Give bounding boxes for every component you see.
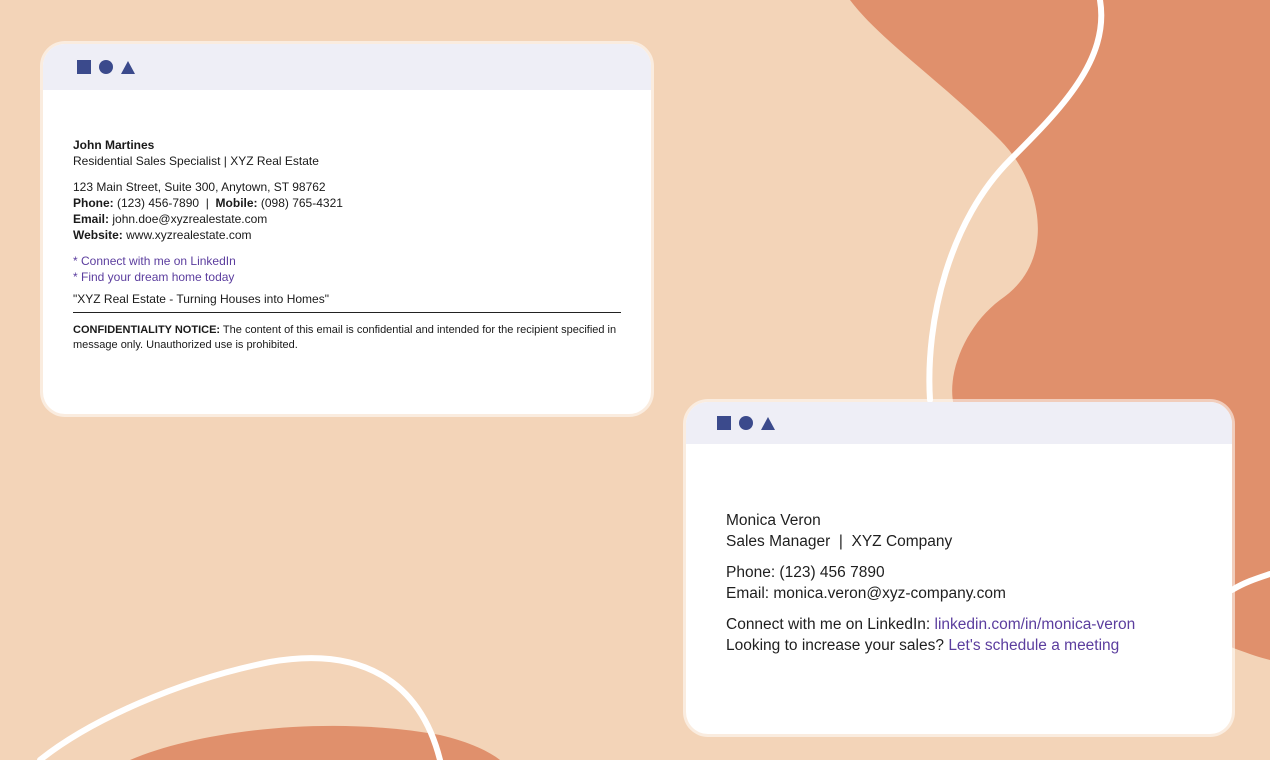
website-line: Website: www.xyzrealestate.com	[73, 227, 621, 243]
triangle-icon	[761, 416, 775, 430]
phone-line: Phone: (123) 456-7890 | Mobile: (098) 76…	[73, 195, 621, 211]
cta-prefix: Looking to increase your sales?	[726, 637, 949, 654]
links-block: Connect with me on LinkedIn: linkedin.co…	[726, 614, 1192, 656]
linkedin-prefix: Connect with me on LinkedIn:	[726, 616, 935, 633]
mobile-value: (098) 765-4321	[257, 196, 343, 210]
signature-name: John Martines	[73, 138, 155, 152]
circle-icon	[99, 60, 113, 74]
confidentiality-notice: CONFIDENTIALITY NOTICE: The content of t…	[73, 323, 621, 353]
notice-label: CONFIDENTIALITY NOTICE:	[73, 324, 221, 336]
cta-line: Looking to increase your sales? Let's sc…	[726, 635, 1192, 656]
contact-block: 123 Main Street, Suite 300, Anytown, ST …	[73, 179, 621, 243]
phone-label: Phone:	[73, 196, 114, 210]
schedule-meeting-link[interactable]: Let's schedule a meeting	[948, 637, 1119, 654]
signature-content: Monica Veron Sales Manager | XYZ Company…	[686, 444, 1232, 656]
address: 123 Main Street, Suite 300, Anytown, ST …	[73, 180, 326, 194]
mobile-label: Mobile:	[215, 196, 258, 210]
links-block: * Connect with me on LinkedIn * Find you…	[73, 253, 621, 285]
orange-blob-bottom-left	[130, 725, 500, 760]
website-label: Website:	[73, 228, 123, 242]
linkedin-line: Connect with me on LinkedIn: linkedin.co…	[726, 614, 1192, 635]
linkedin-link[interactable]: linkedin.com/in/monica-veron	[935, 616, 1136, 633]
linkedin-link[interactable]: * Connect with me on LinkedIn	[73, 253, 621, 269]
signature-content: John Martines Residential Sales Speciali…	[43, 90, 651, 353]
square-icon	[717, 416, 731, 430]
triangle-icon	[121, 60, 135, 74]
email-value[interactable]: john.doe@xyzrealestate.com	[109, 212, 267, 226]
email-label: Email:	[73, 212, 110, 226]
signature-name: Monica Veron	[726, 512, 821, 529]
website-value[interactable]: www.xyzrealestate.com	[123, 228, 251, 242]
window-title-bar	[686, 402, 1232, 444]
email-signature-card-monica: Monica Veron Sales Manager | XYZ Company…	[686, 402, 1232, 734]
phone-line: Phone: (123) 456 7890	[726, 564, 885, 581]
phone-value: (123) 456-7890	[113, 196, 200, 210]
email-line: Email: john.doe@xyzrealestate.com	[73, 211, 621, 227]
tagline: "XYZ Real Estate - Turning Houses into H…	[73, 291, 621, 313]
window-title-bar	[43, 44, 651, 90]
signature-title: Sales Manager | XYZ Company	[726, 533, 953, 550]
contact-block: Phone: (123) 456 7890 Email: monica.vero…	[726, 562, 1192, 604]
signature-title: Residential Sales Specialist | XYZ Real …	[73, 154, 319, 168]
circle-icon	[739, 416, 753, 430]
separator: |	[199, 196, 216, 210]
square-icon	[77, 60, 91, 74]
dream-home-link[interactable]: * Find your dream home today	[73, 269, 621, 285]
email-signature-card-john: John Martines Residential Sales Speciali…	[43, 44, 651, 414]
email-line: Email: monica.veron@xyz-company.com	[726, 585, 1006, 602]
